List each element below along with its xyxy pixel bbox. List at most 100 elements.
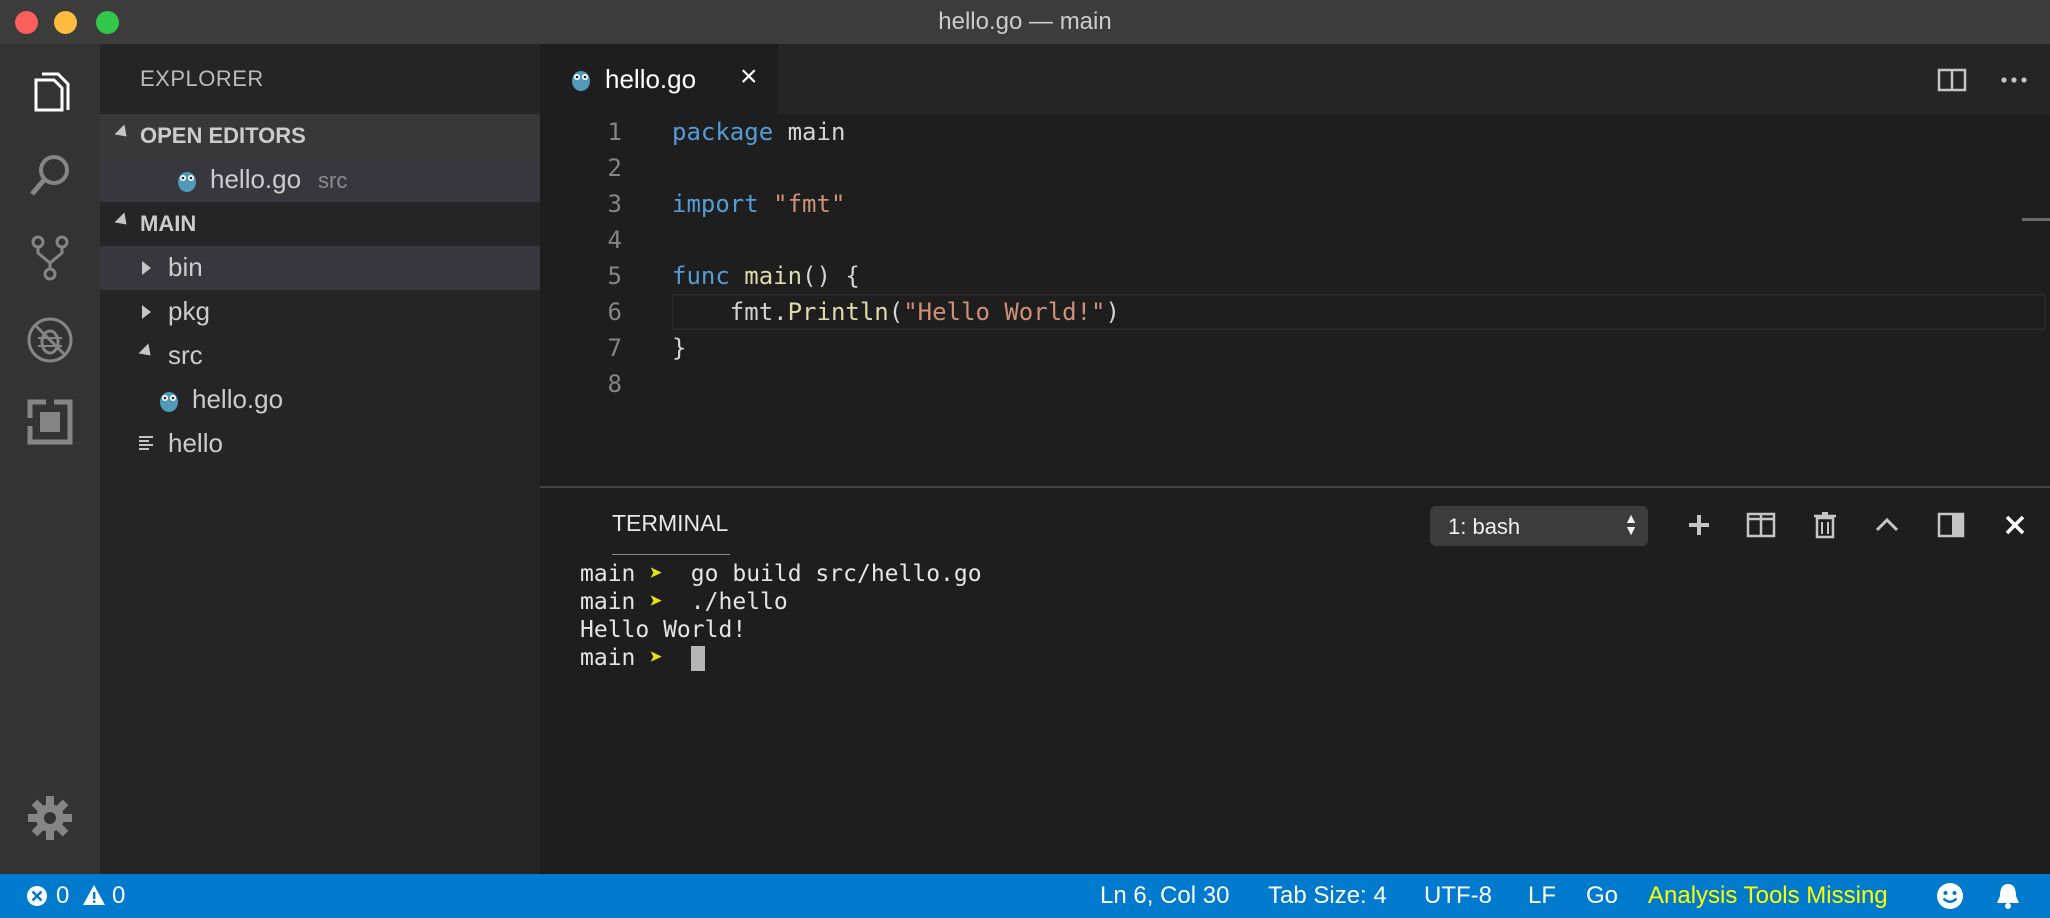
prompt-text: main	[580, 589, 636, 615]
tree-item-label: bin	[168, 252, 203, 282]
smiley-feedback-icon[interactable]	[1935, 881, 1965, 911]
prompt-arrow-icon: ➤	[649, 561, 664, 587]
prompt-text: main	[580, 561, 636, 587]
go-file-icon	[160, 392, 178, 412]
tab-hello-go[interactable]: hello.go ×	[540, 44, 778, 114]
toggle-panel-position-icon[interactable]	[1936, 510, 1966, 540]
extensions-icon[interactable]	[20, 392, 80, 452]
line-number: 6	[607, 298, 622, 326]
string-token: "Hello World!"	[903, 298, 1106, 326]
tree-file-hello[interactable]: hello	[100, 422, 540, 466]
explorer-sidebar: EXPLORER OPEN EDITORS hello.go src MAIN …	[100, 44, 540, 874]
search-icon[interactable]	[20, 146, 80, 206]
window-title: hello.go — main	[938, 8, 1112, 35]
debug-icon[interactable]	[20, 310, 80, 370]
error-count[interactable]: 0	[56, 882, 69, 910]
open-editor-item[interactable]: hello.go src	[100, 158, 540, 202]
go-file-icon	[178, 172, 196, 192]
activity-bar	[0, 44, 100, 874]
open-editor-folder: src	[318, 168, 348, 193]
chevron-down-icon	[114, 124, 132, 142]
warning-count[interactable]: 0	[112, 882, 125, 910]
function-token: main	[744, 262, 803, 290]
explorer-icon[interactable]	[20, 66, 80, 126]
line-number: 2	[607, 154, 622, 182]
line-number: 8	[607, 370, 622, 398]
language-mode[interactable]: Go	[1586, 882, 1618, 910]
select-arrows-icon: ▲ ▼	[1624, 510, 1638, 538]
tree-item-label: hello	[168, 428, 223, 458]
open-editors-label: OPEN EDITORS	[140, 123, 306, 148]
tab-terminal[interactable]: TERMINAL	[612, 510, 728, 537]
warning-icon[interactable]	[82, 884, 106, 906]
tree-folder-src[interactable]: src	[100, 334, 540, 378]
more-actions-icon[interactable]	[1998, 64, 2030, 96]
split-terminal-icon[interactable]	[1746, 510, 1776, 540]
function-token: Println	[787, 298, 889, 326]
workspace-label: MAIN	[140, 211, 197, 236]
cursor-position[interactable]: Ln 6, Col 30	[1100, 882, 1229, 910]
terminal-select-value: 1: bash	[1448, 514, 1521, 539]
analysis-tools-warning[interactable]: Analysis Tools Missing	[1648, 882, 1888, 910]
error-icon[interactable]	[26, 885, 48, 907]
code-text: (	[888, 298, 904, 326]
active-tab-underline	[612, 554, 730, 555]
chevron-up-icon[interactable]	[1872, 510, 1902, 540]
tree-file-hello-go[interactable]: hello.go	[100, 378, 540, 422]
code-line: 5 func main() {	[540, 258, 2050, 294]
terminal-line: main ➤ ./hello	[580, 588, 982, 616]
prompt-text: main	[580, 645, 636, 671]
command-text: ./hello	[663, 589, 788, 615]
tab-size[interactable]: Tab Size: 4	[1268, 882, 1387, 910]
code-text: }	[672, 334, 687, 362]
tree-item-label: hello.go	[192, 384, 284, 414]
line-number: 3	[607, 190, 622, 218]
trash-icon[interactable]	[1810, 510, 1840, 540]
tree-folder-pkg[interactable]: pkg	[100, 290, 540, 334]
code-editor[interactable]: 1 package main 2 3 import "fmt" 4 5 func…	[540, 114, 2050, 486]
keyword-token: package	[672, 118, 774, 146]
close-panel-icon[interactable]	[2000, 510, 2030, 540]
title-bar: hello.go — main	[0, 0, 2050, 44]
keyword-token: import	[672, 190, 759, 218]
workspace-header[interactable]: MAIN	[100, 202, 540, 246]
code-line: 2	[540, 150, 2050, 186]
open-editors-header[interactable]: OPEN EDITORS	[100, 114, 540, 158]
tree-item-label: src	[168, 340, 203, 370]
encoding[interactable]: UTF-8	[1424, 882, 1492, 910]
new-terminal-icon[interactable]	[1684, 510, 1714, 540]
line-number: 1	[607, 118, 622, 146]
settings-gear-icon[interactable]	[20, 788, 80, 848]
terminal-panel: TERMINAL 1: bash ▲ ▼ main ➤ go build src/…	[540, 486, 2050, 874]
code-line: 3 import "fmt"	[540, 186, 2050, 222]
line-number: 5	[607, 262, 622, 290]
string-token: "fmt"	[773, 190, 846, 218]
prompt-arrow-icon: ➤	[649, 589, 664, 615]
tree-item-label: pkg	[168, 296, 210, 326]
code-line: 4	[540, 222, 2050, 258]
tree-folder-bin[interactable]: bin	[100, 246, 540, 290]
prompt-arrow-icon: ➤	[649, 645, 664, 671]
line-number: 7	[607, 334, 622, 362]
overview-ruler-marker	[2022, 218, 2050, 221]
terminal-line: main ➤ go build src/hello.go	[580, 560, 982, 588]
open-editor-filename: hello.go	[210, 164, 302, 194]
terminal-line: Hello World!	[580, 616, 982, 644]
code-line: 1 package main	[540, 114, 2050, 150]
terminal-select[interactable]: 1: bash ▲ ▼	[1430, 506, 1648, 546]
terminal-output[interactable]: main ➤ go build src/hello.go main ➤ ./hel…	[580, 560, 982, 672]
code-line: 7 }	[540, 330, 2050, 366]
chevron-right-icon	[142, 261, 151, 275]
code-text: main	[773, 118, 846, 146]
code-line-current: 6 fmt.Println("Hello World!")	[540, 294, 2050, 330]
status-bar: 0 0 Ln 6, Col 30 Tab Size: 4 UTF-8 LF Go…	[0, 874, 2050, 918]
bell-notification-icon[interactable]	[1994, 881, 2022, 911]
split-editor-icon[interactable]	[1936, 64, 1968, 96]
chevron-right-icon	[142, 305, 151, 319]
source-control-icon[interactable]	[20, 228, 80, 288]
tab-close-button[interactable]: ×	[740, 60, 758, 94]
end-of-line[interactable]: LF	[1528, 882, 1556, 910]
code-text: () {	[802, 262, 860, 290]
chevron-down-icon	[138, 343, 156, 361]
output-text: Hello World!	[580, 617, 747, 643]
